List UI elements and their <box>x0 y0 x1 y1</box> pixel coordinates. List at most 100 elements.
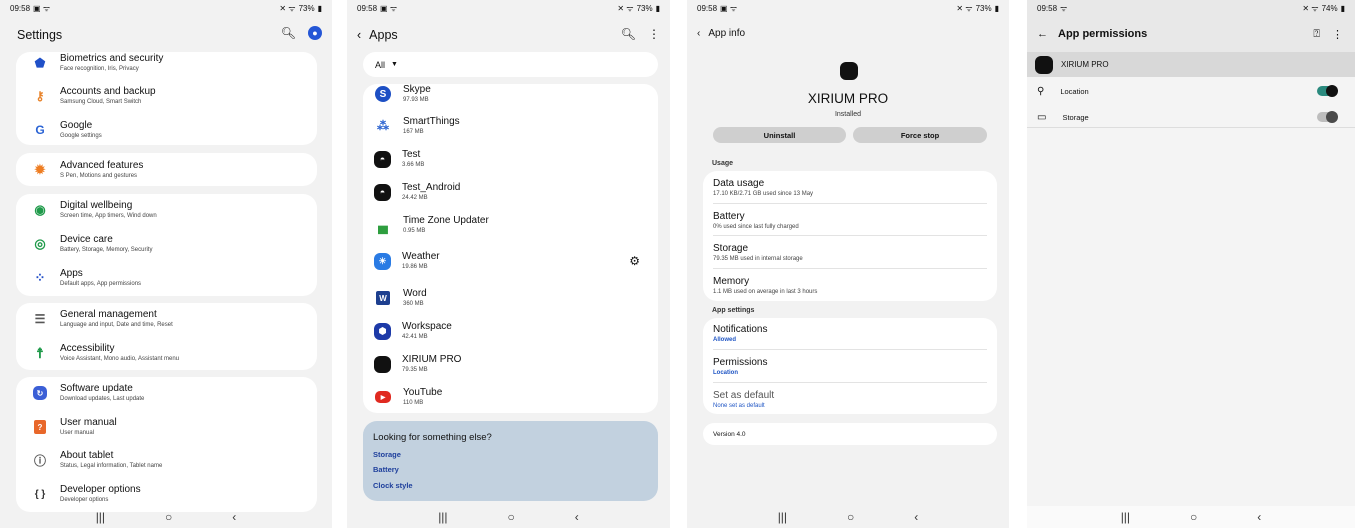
app-row-xirium[interactable]: XIRIUM PRO 79.35 MB <box>363 354 658 374</box>
recents-button[interactable]: ||| <box>438 510 447 524</box>
notification-icon: ▣ ᯤ <box>380 3 398 13</box>
app-permissions-screen: 09:58 ᯤ ✕ ᯤ 74% ▮ ← App permissions ⍰ ⋮ XIR… <box>1027 0 1355 528</box>
clock: 09:58 <box>357 3 378 13</box>
signal-icon: ✕ ᯤ <box>1302 3 1319 13</box>
item-subtitle: Developer options <box>60 497 109 503</box>
settings-item-apps[interactable]: ⁘ Apps Default apps, App permissions <box>16 268 317 288</box>
gear-icon[interactable]: ⚙ <box>629 254 640 268</box>
uninstall-button[interactable]: Uninstall <box>713 127 846 143</box>
settings-item-developer[interactable]: { } Developer options Developer options <box>16 484 317 504</box>
link-clock-style[interactable]: Clock style <box>373 481 413 490</box>
permission-row-storage[interactable]: ▭ Storage <box>1027 108 1355 126</box>
nav-bar: ||| ○ ‹ <box>347 506 670 528</box>
row-subtitle: Location <box>713 370 738 376</box>
update-icon: ↻ <box>33 386 47 400</box>
weather-icon: ☀ <box>374 252 391 270</box>
recents-button[interactable]: ||| <box>96 510 105 524</box>
app-size: 0.95 MB <box>403 228 426 234</box>
item-title: Developer options <box>60 484 141 495</box>
more-options-icon[interactable]: ⋮ <box>648 27 660 41</box>
item-subtitle: Battery, Storage, Memory, Security <box>60 247 153 253</box>
home-button[interactable]: ○ <box>165 510 172 524</box>
storage-toggle[interactable] <box>1317 111 1338 123</box>
home-button[interactable]: ○ <box>508 510 515 524</box>
filter-value: All <box>375 59 386 70</box>
settings-item-accounts[interactable]: ⚷ Accounts and backup Samsung Cloud, Smar… <box>16 86 317 106</box>
app-name: Test_Android <box>402 182 461 193</box>
back-button[interactable]: ‹ <box>575 510 579 524</box>
link-battery[interactable]: Battery <box>373 465 399 474</box>
help-icon[interactable]: ⍰ <box>1313 28 1320 41</box>
version-text: Version 4.0 <box>713 430 746 438</box>
search-icon[interactable]: 🔍︎ <box>281 26 296 40</box>
back-button[interactable]: ‹ <box>232 510 236 524</box>
recents-button[interactable]: ||| <box>1121 510 1130 524</box>
permission-row-location[interactable]: ⚲ Location <box>1027 82 1355 100</box>
app-size: 24.42 MB <box>402 195 428 201</box>
item-subtitle: Voice Assistant, Mono audio, Assistant m… <box>60 356 180 362</box>
settings-item-google[interactable]: G Google Google settings <box>16 120 317 140</box>
permissions-row[interactable]: Permissions Location <box>713 357 767 377</box>
back-arrow-icon[interactable]: ‹ <box>697 28 700 39</box>
row-subtitle: Allowed <box>713 337 737 343</box>
row-subtitle: 0% used since last fully charged <box>713 224 799 230</box>
xirium-app-icon <box>1035 55 1053 74</box>
battery-level: 73% <box>636 3 653 13</box>
home-button[interactable]: ○ <box>847 510 854 524</box>
settings-item-wellbeing[interactable]: ◉ Digital wellbeing Screen time, App time… <box>16 200 317 220</box>
install-status: Installed <box>834 111 862 118</box>
search-icon[interactable]: 🔍︎ <box>621 27 636 41</box>
google-icon: G <box>35 123 45 137</box>
settings-item-user-manual[interactable]: ? User manual User manual <box>16 417 317 437</box>
notifications-row[interactable]: Notifications Allowed <box>713 324 767 344</box>
settings-item-general[interactable]: ☰ General management Language and input, … <box>16 309 317 329</box>
back-button[interactable]: ‹ <box>1257 510 1261 524</box>
settings-item-software-update[interactable]: ↻ Software update Download updates, Last … <box>16 383 317 403</box>
settings-item-about[interactable]: ⓘ About tablet Status, Legal information,… <box>16 450 317 470</box>
memory-row[interactable]: Memory 1.1 MB used on average in last 3 h… <box>713 276 817 296</box>
app-row-skype[interactable]: S Skype 97.93 MB <box>363 84 658 104</box>
page-title: Apps <box>369 28 398 42</box>
settings-item-biometrics[interactable]: ⬟ Biometrics and security Face recognitio… <box>16 53 317 73</box>
settings-item-accessibility[interactable]: ☨ Accessibility Voice Assistant, Mono aud… <box>16 343 317 363</box>
battery-row[interactable]: Battery 0% used since last fully charged <box>713 211 799 231</box>
app-size: 360 MB <box>403 301 424 307</box>
nav-bar: ||| ○ ‹ <box>1027 506 1355 528</box>
app-row-workspace[interactable]: ⬢ Workspace 42.41 MB <box>363 321 658 341</box>
settings-item-device-care[interactable]: ◎ Device care Battery, Storage, Memory, S… <box>16 234 317 254</box>
filter-dropdown[interactable]: All ▼ <box>363 52 658 77</box>
app-row-timezone[interactable]: ▄ Time Zone Updater 0.95 MB <box>363 215 658 235</box>
app-row-test[interactable]: ◓ Test 3.66 MB <box>363 149 658 169</box>
app-row-smartthings[interactable]: ⁂ SmartThings 167 MB <box>363 116 658 136</box>
location-toggle[interactable] <box>1317 85 1338 97</box>
back-arrow-icon[interactable]: ‹ <box>357 28 361 42</box>
xirium-app-icon <box>374 355 391 373</box>
recents-button[interactable]: ||| <box>778 510 787 524</box>
status-bar: 09:58 ▣ ᯤ ✕ ᯤ 73% ▮ <box>347 0 670 16</box>
data-usage-row[interactable]: Data usage 17.10 KB/2.71 GB used since 13… <box>713 178 813 198</box>
signal-icon: ✕ ᯤ <box>956 3 973 13</box>
storage-row[interactable]: Storage 79.35 MB used in internal storage <box>713 243 803 263</box>
item-subtitle: Status, Legal information, Tablet name <box>60 463 163 469</box>
folder-icon: ▭ <box>1037 111 1047 123</box>
item-title: Device care <box>60 234 113 245</box>
signal-icon: ✕ ᯤ <box>279 3 296 13</box>
link-storage[interactable]: Storage <box>373 450 401 459</box>
workspace-shield-icon: ⬢ <box>374 322 391 340</box>
app-size: 19.86 MB <box>402 264 428 270</box>
app-row-youtube[interactable]: ▶ YouTube 110 MB <box>363 387 658 407</box>
force-stop-button[interactable]: Force stop <box>853 127 987 143</box>
set-as-default-row[interactable]: Set as default None set as default <box>713 390 774 410</box>
item-subtitle: Download updates, Last update <box>60 396 145 402</box>
more-options-icon[interactable]: ⋮ <box>1332 28 1343 41</box>
app-row-test-android[interactable]: ◓ Test_Android 24.42 MB <box>363 182 658 202</box>
home-button[interactable]: ○ <box>1190 510 1197 524</box>
profile-icon[interactable]: ● <box>308 26 322 40</box>
settings-item-advanced[interactable]: ✹ Advanced features S Pen, Motions and ge… <box>16 160 317 180</box>
back-button[interactable]: ‹ <box>914 510 918 524</box>
app-size: 79.35 MB <box>402 367 428 373</box>
permission-label: Location <box>1060 86 1089 96</box>
app-row-weather[interactable]: ☀ Weather 19.86 MB ⚙ <box>363 251 658 271</box>
back-arrow-icon[interactable]: ← <box>1037 28 1048 40</box>
app-row-word[interactable]: W Word 360 MB <box>363 288 658 308</box>
